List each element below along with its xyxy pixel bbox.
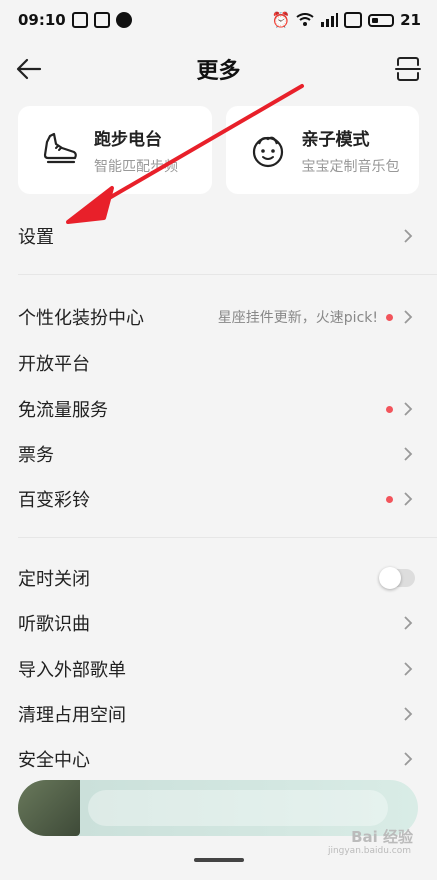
divider bbox=[18, 537, 437, 538]
song-recognize-row[interactable]: 听歌识曲 bbox=[18, 603, 419, 643]
free-traffic-label: 免流量服务 bbox=[18, 400, 108, 421]
card-subtitle: 宝宝定制音乐包 bbox=[301, 158, 400, 175]
security-row[interactable]: 安全中心 bbox=[18, 739, 419, 779]
card-title: 跑步电台 bbox=[94, 129, 162, 150]
import-playlist-label: 导入外部歌单 bbox=[18, 660, 126, 681]
chevron-right-icon bbox=[404, 402, 413, 416]
red-dot-badge bbox=[386, 405, 393, 413]
free-traffic-row[interactable]: 免流量服务 bbox=[18, 389, 419, 429]
song-recognize-label: 听歌识曲 bbox=[18, 614, 90, 635]
chevron-right-icon bbox=[404, 447, 413, 461]
chevron-right-icon bbox=[404, 662, 413, 676]
toggle-knob bbox=[379, 567, 401, 589]
red-dot-badge bbox=[386, 313, 393, 321]
header: 更多 bbox=[0, 40, 437, 98]
back-arrow-icon[interactable] bbox=[14, 54, 44, 84]
watermark-logo: Bai 经验 bbox=[351, 828, 413, 846]
home-indicator[interactable] bbox=[194, 858, 244, 862]
sleep-timer-row[interactable]: 定时关闭 bbox=[18, 558, 419, 598]
import-playlist-row[interactable]: 导入外部歌单 bbox=[18, 649, 419, 689]
open-platform-row[interactable]: 开放平台 bbox=[18, 343, 419, 383]
watermark-url: jingyan.baidu.com bbox=[327, 846, 411, 856]
notification-icon bbox=[93, 12, 110, 28]
chevron-right-icon bbox=[404, 616, 413, 630]
sleep-timer-label: 定时关闭 bbox=[18, 569, 90, 590]
page-title: 更多 bbox=[196, 59, 241, 84]
chevron-right-icon bbox=[404, 492, 413, 506]
tickets-row[interactable]: 票务 bbox=[18, 434, 419, 474]
status-time: 09:10 bbox=[18, 11, 66, 29]
tickets-label: 票务 bbox=[18, 445, 54, 466]
clean-space-label: 清理占用空间 bbox=[18, 705, 126, 726]
card-title: 亲子模式 bbox=[301, 129, 370, 150]
hd-icon bbox=[344, 12, 363, 28]
player-info-blurred bbox=[88, 790, 388, 826]
scan-icon[interactable] bbox=[393, 54, 423, 84]
chevron-right-icon bbox=[404, 310, 413, 324]
chevron-right-icon bbox=[404, 229, 413, 243]
divider bbox=[18, 274, 437, 275]
skin-center-row[interactable]: 个性化装扮中心 星座挂件更新，火速pick! bbox=[18, 297, 419, 337]
notification-icon bbox=[71, 12, 88, 28]
feature-cards: 跑步电台 智能匹配步频 亲子模式 宝宝定制音乐包 bbox=[18, 106, 419, 194]
alarm-icon: ⏰ bbox=[271, 11, 291, 29]
open-platform-label: 开放平台 bbox=[18, 354, 90, 375]
battery-level: 21 bbox=[400, 11, 421, 29]
card-subtitle: 智能匹配步频 bbox=[94, 158, 178, 175]
security-label: 安全中心 bbox=[18, 750, 90, 771]
chevron-right-icon bbox=[404, 707, 413, 721]
clean-space-row[interactable]: 清理占用空间 bbox=[18, 694, 419, 734]
message-icon bbox=[115, 12, 132, 28]
signal-icon bbox=[321, 13, 339, 27]
skin-center-label: 个性化装扮中心 bbox=[18, 308, 144, 329]
red-dot-badge bbox=[386, 495, 393, 503]
running-radio-card[interactable]: 跑步电台 智能匹配步频 bbox=[18, 106, 212, 194]
album-cover[interactable] bbox=[18, 780, 80, 836]
kids-mode-card[interactable]: 亲子模式 宝宝定制音乐包 bbox=[225, 106, 419, 194]
running-shoe-icon bbox=[43, 132, 77, 164]
ringtone-label: 百变彩铃 bbox=[18, 490, 90, 511]
baby-face-icon bbox=[252, 136, 283, 168]
settings-label: 设置 bbox=[18, 227, 54, 248]
chevron-right-icon bbox=[404, 752, 413, 766]
status-bar: 09:10 ⏰ 21 bbox=[0, 0, 437, 40]
sleep-timer-toggle[interactable] bbox=[379, 567, 415, 589]
skin-center-hint: 星座挂件更新，火速pick! bbox=[217, 310, 378, 326]
battery-icon bbox=[368, 13, 395, 27]
ringtone-row[interactable]: 百变彩铃 bbox=[18, 479, 419, 519]
settings-row[interactable]: 设置 bbox=[18, 216, 419, 256]
wifi-icon bbox=[296, 13, 314, 26]
